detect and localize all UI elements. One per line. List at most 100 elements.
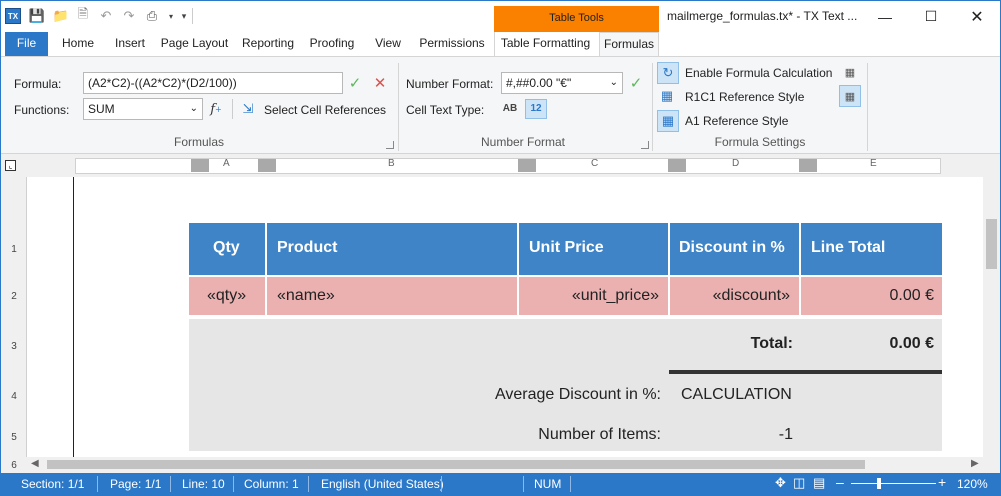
accept-number-format-icon[interactable]: ✓ bbox=[627, 74, 645, 92]
view-move-icon[interactable]: ✥ bbox=[775, 475, 786, 491]
header-product[interactable]: Product bbox=[277, 239, 337, 257]
tab-page-layout[interactable]: Page Layout bbox=[157, 32, 232, 56]
new-document-icon[interactable]: 🗎 bbox=[75, 6, 91, 24]
header-discount[interactable]: Discount in % bbox=[679, 239, 785, 257]
divider bbox=[570, 476, 571, 492]
insert-function-icon[interactable]: f + bbox=[207, 100, 225, 118]
total-value[interactable]: 0.00 € bbox=[801, 335, 934, 353]
redo-icon[interactable]: ↷ bbox=[121, 8, 137, 24]
zoom-slider-track[interactable] bbox=[851, 483, 936, 484]
tab-home[interactable]: Home bbox=[54, 32, 102, 56]
enable-formula-calculation-button[interactable]: Enable Formula Calculation bbox=[685, 66, 832, 80]
ribbon: Formula: (A2*C2)-((A2*C2)*(D2/100)) ✓ ✕ … bbox=[1, 56, 1000, 154]
horizontal-scrollbar[interactable]: ◀ ▶ bbox=[27, 457, 983, 472]
vertical-scrollbar[interactable] bbox=[983, 177, 1000, 457]
window-title: mailmerge_formulas.tx* - TX Text ... bbox=[667, 9, 858, 23]
scroll-left-icon[interactable]: ◀ bbox=[31, 458, 39, 469]
minimize-icon[interactable]: — bbox=[862, 1, 908, 32]
merge-field-discount[interactable]: «discount» bbox=[670, 287, 790, 305]
line-total-value[interactable]: 0.00 € bbox=[801, 287, 934, 305]
merge-field-qty[interactable]: «qty» bbox=[207, 287, 246, 305]
column-boundary-marker[interactable] bbox=[258, 159, 276, 172]
divider bbox=[668, 223, 670, 275]
merge-field-name[interactable]: «name» bbox=[277, 287, 335, 305]
tab-stop-selector[interactable]: ⌞ bbox=[5, 160, 16, 171]
divider bbox=[192, 8, 193, 24]
formula-table-icon[interactable]: ▦ bbox=[841, 63, 859, 81]
tab-permissions[interactable]: Permissions bbox=[415, 32, 489, 56]
cell-text-type-label: Cell Text Type: bbox=[406, 103, 485, 117]
vertical-scroll-thumb[interactable] bbox=[986, 219, 997, 269]
cancel-formula-icon[interactable]: ✕ bbox=[371, 74, 389, 92]
number-of-items-label[interactable]: Number of Items: bbox=[419, 426, 661, 444]
column-boundary-marker[interactable] bbox=[799, 159, 817, 172]
column-label-e: E bbox=[870, 158, 877, 169]
average-discount-value[interactable]: CALCULATION bbox=[681, 386, 792, 404]
zoom-in-icon[interactable]: + bbox=[938, 474, 946, 490]
status-section: Section: 1/1 bbox=[21, 477, 85, 491]
column-boundary-marker[interactable] bbox=[668, 159, 686, 172]
tab-proofing[interactable]: Proofing bbox=[304, 32, 360, 56]
app-icon: TX bbox=[5, 8, 21, 24]
r1c1-reference-icon[interactable]: ▦ bbox=[658, 87, 676, 105]
view-layout-icon[interactable]: ◫ bbox=[793, 475, 805, 491]
show-formulas-icon[interactable]: ▦ bbox=[839, 85, 861, 107]
row-number: 6 bbox=[11, 460, 17, 471]
header-unit-price[interactable]: Unit Price bbox=[529, 239, 604, 257]
number-format-dialog-launcher[interactable]: . bbox=[641, 141, 649, 149]
maximize-icon[interactable]: ☐ bbox=[908, 1, 954, 32]
row-number: 2 bbox=[11, 291, 17, 302]
tab-reporting[interactable]: Reporting bbox=[236, 32, 300, 56]
column-boundary-marker[interactable] bbox=[191, 159, 209, 172]
scroll-right-icon[interactable]: ▶ bbox=[971, 458, 979, 469]
close-icon[interactable]: ✕ bbox=[954, 1, 1000, 32]
divider bbox=[517, 223, 519, 275]
undo-icon[interactable]: ↶ bbox=[98, 8, 114, 24]
tab-view[interactable]: View bbox=[369, 32, 407, 56]
tab-table-formatting[interactable]: Table Formatting bbox=[494, 32, 596, 56]
document-area[interactable]: Qty Product Unit Price Discount in % Lin… bbox=[27, 177, 983, 457]
average-discount-label[interactable]: Average Discount in %: bbox=[419, 386, 661, 404]
select-cell-references-button[interactable]: Select Cell References bbox=[264, 103, 386, 117]
number-format-select[interactable]: #,##0.00 "€" ⌄ bbox=[501, 72, 623, 94]
open-folder-icon[interactable]: 📁 bbox=[53, 8, 69, 24]
functions-label: Functions: bbox=[14, 103, 70, 117]
vertical-ruler: 1 2 3 4 5 6 bbox=[1, 177, 27, 471]
tab-insert[interactable]: Insert bbox=[108, 32, 152, 56]
header-line-total[interactable]: Line Total bbox=[811, 239, 885, 257]
total-label[interactable]: Total: bbox=[670, 335, 793, 353]
text-type-ab-button[interactable]: AB bbox=[500, 99, 520, 119]
tab-file[interactable]: File bbox=[5, 32, 48, 56]
number-of-items-value[interactable]: -1 bbox=[670, 426, 793, 444]
view-draft-icon[interactable]: ▤ bbox=[813, 475, 825, 491]
column-boundary-marker[interactable] bbox=[518, 159, 536, 172]
save-icon[interactable]: 💾 bbox=[29, 8, 45, 24]
accept-formula-icon[interactable]: ✓ bbox=[346, 74, 364, 92]
print-icon[interactable]: ⎙ bbox=[144, 8, 160, 24]
zoom-slider-thumb[interactable] bbox=[877, 478, 881, 489]
formulas-dialog-launcher[interactable]: . bbox=[386, 141, 394, 149]
zoom-level[interactable]: 120% bbox=[957, 477, 988, 491]
horizontal-ruler: ⌞ A B C D E bbox=[1, 155, 1000, 177]
customize-quick-access-icon[interactable]: ▾ bbox=[176, 8, 192, 24]
tab-formulas[interactable]: Formulas bbox=[599, 32, 659, 56]
divider bbox=[441, 476, 442, 492]
horizontal-scroll-thumb[interactable] bbox=[47, 460, 865, 469]
functions-select[interactable]: SUM ⌄ bbox=[83, 98, 203, 120]
column-label-b: B bbox=[388, 158, 395, 169]
text-type-number-button[interactable]: 12 bbox=[525, 99, 547, 119]
header-qty[interactable]: Qty bbox=[213, 239, 240, 257]
divider bbox=[523, 476, 524, 492]
a1-reference-icon[interactable]: ▦ bbox=[657, 110, 679, 132]
group-formula-settings-label: Formula Settings bbox=[714, 135, 806, 149]
divider bbox=[265, 223, 267, 275]
merge-field-unit-price[interactable]: «unit_price» bbox=[519, 287, 659, 305]
zoom-out-icon[interactable]: – bbox=[836, 474, 844, 490]
enable-formula-calculation-icon[interactable]: ↻ bbox=[657, 62, 679, 84]
r1c1-reference-style-button[interactable]: R1C1 Reference Style bbox=[685, 90, 804, 104]
divider bbox=[308, 476, 309, 492]
a1-reference-style-button[interactable]: A1 Reference Style bbox=[685, 114, 788, 128]
select-cell-references-icon[interactable]: ⇲ bbox=[239, 100, 257, 118]
status-line: Line: 10 bbox=[182, 477, 225, 491]
formula-input[interactable]: (A2*C2)-((A2*C2)*(D2/100)) bbox=[83, 72, 343, 94]
